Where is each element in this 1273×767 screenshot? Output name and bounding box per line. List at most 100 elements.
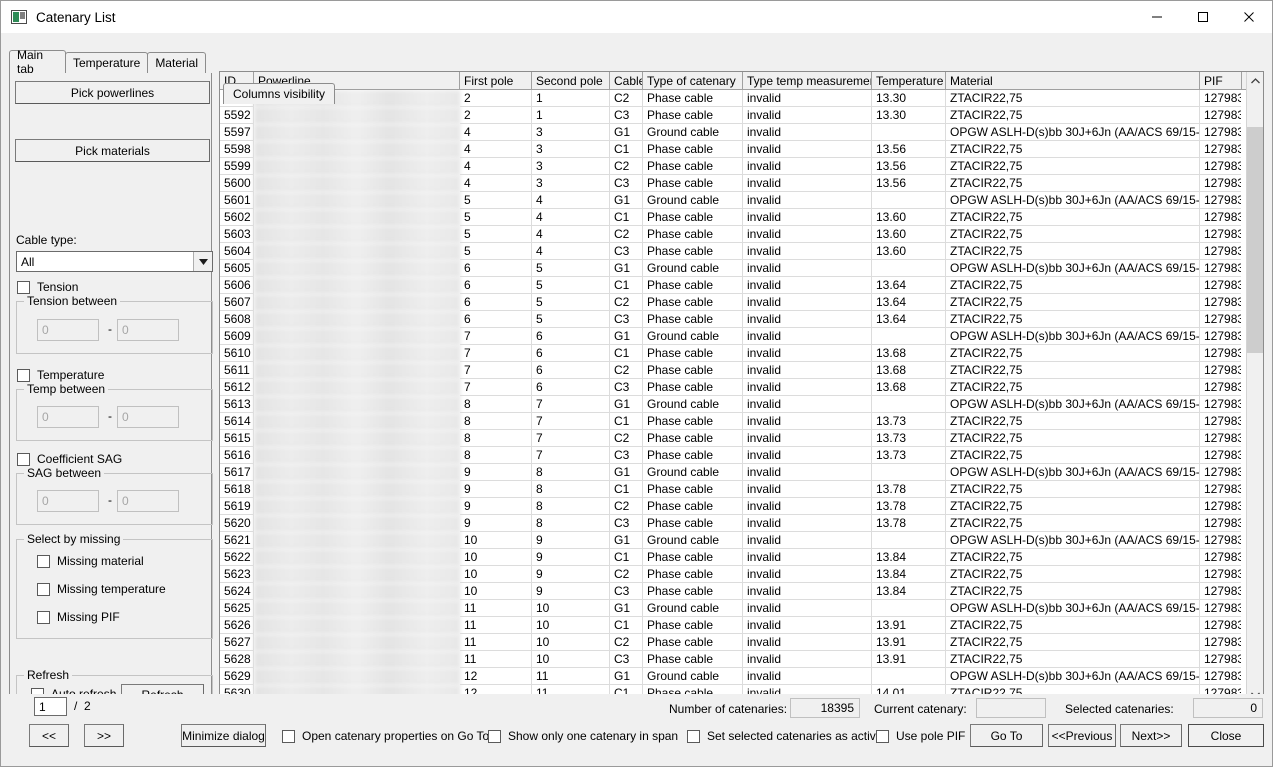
cell-second_pole[interactable]: 10	[532, 617, 610, 634]
cell-type_of_catenary[interactable]: Phase cable	[643, 209, 743, 226]
cell-powerline[interactable]	[254, 107, 460, 124]
cell-type_temp_measurement[interactable]: invalid	[743, 464, 872, 481]
missing-temperature-checkbox[interactable]: Missing temperature	[37, 582, 166, 596]
tab-columns-visibility[interactable]: Columns visibility	[223, 83, 336, 104]
cell-type_of_catenary[interactable]: Ground cable	[643, 464, 743, 481]
cell-first_pole[interactable]: 4	[460, 141, 532, 158]
cell-id[interactable]: 5605	[220, 260, 254, 277]
table-row[interactable]: 5604 5 4 C3 Phase cable invalid 13.60 ZTACIR22,…	[220, 243, 1241, 260]
cell-pif[interactable]: 127983	[1200, 549, 1241, 566]
cell-first_pole[interactable]: 2	[460, 90, 532, 107]
temp-max-input[interactable]: 0	[117, 406, 179, 428]
sag-min-input[interactable]: 0	[37, 490, 99, 512]
cell-id[interactable]: 5615	[220, 430, 254, 447]
tension-max-input[interactable]: 0	[117, 319, 179, 341]
cell-material[interactable]: ZTACIR22,75	[946, 107, 1200, 124]
cell-powerline[interactable]	[254, 209, 460, 226]
cell-temperature[interactable]: 13.60	[872, 209, 946, 226]
cell-pif[interactable]: 127983	[1200, 464, 1241, 481]
cell-temperature[interactable]: 13.64	[872, 311, 946, 328]
cell-second_pole[interactable]: 9	[532, 566, 610, 583]
table-row[interactable]: 5625 11 10 G1 Ground cable invalid OPGW ASLH-D…	[220, 600, 1241, 617]
cell-temperature[interactable]	[872, 668, 946, 685]
cell-type_of_catenary[interactable]: Phase cable	[643, 277, 743, 294]
cell-powerline[interactable]	[254, 243, 460, 260]
cell-type_temp_measurement[interactable]: invalid	[743, 124, 872, 141]
cell-first_pole[interactable]: 10	[460, 532, 532, 549]
cell-temperature[interactable]: 13.91	[872, 634, 946, 651]
cell-first_pole[interactable]: 6	[460, 311, 532, 328]
cell-second_pole[interactable]: 7	[532, 447, 610, 464]
cell-pif[interactable]: 127983	[1200, 362, 1241, 379]
cell-cable[interactable]: C2	[610, 158, 643, 175]
show-one-catenary-checkbox[interactable]: Show only one catenary in span	[488, 729, 678, 743]
cell-temperature[interactable]: 13.60	[872, 226, 946, 243]
cell-first_pole[interactable]: 4	[460, 124, 532, 141]
cell-powerline[interactable]	[254, 464, 460, 481]
cell-powerline[interactable]	[254, 481, 460, 498]
close-icon[interactable]	[1226, 1, 1272, 33]
next-button[interactable]: Next>>	[1120, 724, 1182, 747]
tab-material[interactable]: Material	[147, 52, 206, 73]
cell-second_pole[interactable]: 11	[532, 668, 610, 685]
cell-pif[interactable]: 127983	[1200, 294, 1241, 311]
cell-first_pole[interactable]: 9	[460, 464, 532, 481]
cell-first_pole[interactable]: 9	[460, 515, 532, 532]
cell-cable[interactable]: C3	[610, 243, 643, 260]
cell-first_pole[interactable]: 9	[460, 498, 532, 515]
cell-material[interactable]: ZTACIR22,75	[946, 243, 1200, 260]
table-row[interactable]: 5624 10 9 C3 Phase cable invalid 13.84 ZTACIR22…	[220, 583, 1241, 600]
cell-id[interactable]: 5616	[220, 447, 254, 464]
next-page-button[interactable]: >>	[84, 724, 124, 747]
table-row[interactable]: 5613 8 7 G1 Ground cable invalid OPGW ASLH-D(s…	[220, 396, 1241, 413]
cell-type_temp_measurement[interactable]: invalid	[743, 532, 872, 549]
cell-temperature[interactable]: 13.68	[872, 362, 946, 379]
grid-header-type_temp_measurement[interactable]: Type temp measurement	[743, 72, 872, 89]
table-row[interactable]: 5614 8 7 C1 Phase cable invalid 13.73 ZTACIR22,…	[220, 413, 1241, 430]
cell-id[interactable]: 5622	[220, 549, 254, 566]
cell-temperature[interactable]: 13.56	[872, 158, 946, 175]
cell-pif[interactable]: 127983	[1200, 158, 1241, 175]
cell-material[interactable]: ZTACIR22,75	[946, 617, 1200, 634]
cell-id[interactable]: 5617	[220, 464, 254, 481]
table-row[interactable]: 5626 11 10 C1 Phase cable invalid 13.91 ZTACIR2…	[220, 617, 1241, 634]
cell-type_temp_measurement[interactable]: invalid	[743, 566, 872, 583]
cell-first_pole[interactable]: 11	[460, 634, 532, 651]
cell-cable[interactable]: C2	[610, 90, 643, 107]
cell-material[interactable]: ZTACIR22,75	[946, 481, 1200, 498]
cell-type_temp_measurement[interactable]: invalid	[743, 583, 872, 600]
cell-temperature[interactable]: 13.84	[872, 549, 946, 566]
cell-cable[interactable]: C3	[610, 515, 643, 532]
cell-material[interactable]: OPGW ASLH-D(s)bb 30J+6Jn (AA/ACS 69/15-7…	[946, 260, 1200, 277]
cell-type_of_catenary[interactable]: Phase cable	[643, 481, 743, 498]
tab-main[interactable]: Main tab	[9, 48, 66, 76]
cell-material[interactable]: ZTACIR22,75	[946, 515, 1200, 532]
cell-powerline[interactable]	[254, 430, 460, 447]
cell-temperature[interactable]: 13.30	[872, 90, 946, 107]
cell-pif[interactable]: 127983	[1200, 515, 1241, 532]
cell-first_pole[interactable]: 8	[460, 396, 532, 413]
cell-type_temp_measurement[interactable]: invalid	[743, 345, 872, 362]
cell-material[interactable]: ZTACIR22,75	[946, 583, 1200, 600]
cell-first_pole[interactable]: 7	[460, 362, 532, 379]
cell-temperature[interactable]: 13.56	[872, 141, 946, 158]
cell-type_temp_measurement[interactable]: invalid	[743, 430, 872, 447]
cell-powerline[interactable]	[254, 158, 460, 175]
cell-second_pole[interactable]: 6	[532, 379, 610, 396]
cell-id[interactable]: 5612	[220, 379, 254, 396]
cell-id[interactable]: 5597	[220, 124, 254, 141]
cell-cable[interactable]: C1	[610, 549, 643, 566]
cell-pif[interactable]: 127983	[1200, 192, 1241, 209]
cell-type_of_catenary[interactable]: Ground cable	[643, 328, 743, 345]
cell-type_temp_measurement[interactable]: invalid	[743, 311, 872, 328]
cell-powerline[interactable]	[254, 396, 460, 413]
cell-type_temp_measurement[interactable]: invalid	[743, 668, 872, 685]
grid-vertical-scrollbar-thumb[interactable]	[1247, 127, 1263, 353]
cell-first_pole[interactable]: 12	[460, 668, 532, 685]
coefficient-sag-checkbox-box[interactable]	[17, 452, 30, 466]
cell-cable[interactable]: C1	[610, 141, 643, 158]
cell-second_pole[interactable]: 4	[532, 226, 610, 243]
cell-powerline[interactable]	[254, 668, 460, 685]
cell-cable[interactable]: C1	[610, 277, 643, 294]
cell-powerline[interactable]	[254, 260, 460, 277]
